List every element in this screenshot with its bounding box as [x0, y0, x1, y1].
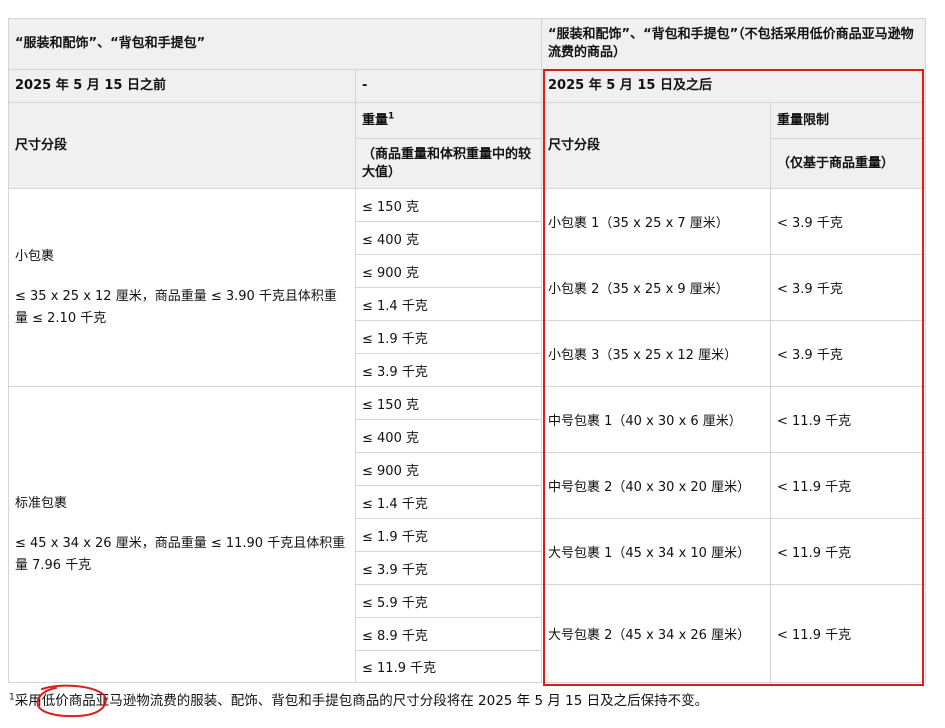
right-tier-cell: 中号包裹 2（40 x 30 x 20 厘米） [541, 452, 771, 519]
right-limit-cell: < 11.9 千克 [770, 518, 926, 585]
weight-cell: ≤ 1.4 千克 [355, 287, 542, 321]
dash-cell: - [355, 69, 542, 103]
weight-note: （商品重量和体积重量中的较大值） [355, 138, 542, 189]
right-tier-cell: 小包裹 1（35 x 25 x 7 厘米） [541, 188, 771, 255]
weight-cell: ≤ 11.9 千克 [355, 650, 542, 683]
right-limit-cell: < 3.9 千克 [770, 188, 926, 255]
subheader-row-1: 尺寸分段 重量1 尺寸分段 重量限制 [8, 102, 926, 189]
weight-limit-header: 重量限制 [770, 102, 926, 139]
weight-cell: ≤ 1.9 千克 [355, 320, 542, 354]
right-limit-cell: < 11.9 千克 [770, 386, 926, 453]
weight-cell: ≤ 400 克 [355, 221, 542, 255]
weight-header-label: 重量 [362, 112, 389, 128]
weight-cell: ≤ 3.9 千克 [355, 551, 542, 585]
weight-cell: ≤ 5.9 千克 [355, 584, 542, 618]
weight-cell: ≤ 3.9 千克 [355, 353, 542, 387]
weight-cell: ≤ 900 克 [355, 452, 542, 486]
weight-cell: ≤ 900 克 [355, 254, 542, 288]
group-criteria: ≤ 45 x 34 x 26 厘米，商品重量 ≤ 11.90 千克且体积重量 7… [15, 535, 346, 573]
group-name: 标准包裹 [15, 495, 68, 511]
size-tier-header: 尺寸分段 [8, 102, 356, 189]
right-limit-cell: < 11.9 千克 [770, 584, 926, 683]
right-limit-cell: < 11.9 千克 [770, 452, 926, 519]
footnote-text: 采用低价商品亚马逊物流费的服装、配饰、背包和手提包商品的尺寸分段将在 2025 … [14, 693, 709, 709]
weight-cell: ≤ 400 克 [355, 419, 542, 453]
footnote: 1采用低价商品亚马逊物流费的服装、配饰、背包和手提包商品的尺寸分段将在 2025… [9, 690, 708, 712]
weight-cell: ≤ 1.4 千克 [355, 485, 542, 519]
after-date-label: 2025 年 5 月 15 日及之后 [541, 69, 926, 103]
group-name: 小包裹 [15, 248, 55, 264]
weight-header: 重量1 [355, 102, 542, 139]
date-band-row: 2025 年 5 月 15 日之前 - 2025 年 5 月 15 日及之后 [8, 69, 926, 103]
left-category-title: “服装和配饰”、“背包和手提包” [8, 18, 542, 70]
right-tier-cell: 大号包裹 1（45 x 34 x 10 厘米） [541, 518, 771, 585]
weight-footnote-marker: 1 [388, 111, 395, 122]
table-row: 标准包裹 ≤ 45 x 34 x 26 厘米，商品重量 ≤ 11.90 千克且体… [8, 386, 926, 683]
before-date-label: 2025 年 5 月 15 日之前 [8, 69, 356, 103]
standard-parcel-cell: 标准包裹 ≤ 45 x 34 x 26 厘米，商品重量 ≤ 11.90 千克且体… [8, 386, 356, 683]
right-category-title: “服装和配饰”、“背包和手提包”（不包括采用低价商品亚马逊物流费的商品） [541, 18, 926, 70]
small-parcel-cell: 小包裹 ≤ 35 x 25 x 12 厘米，商品重量 ≤ 3.90 千克且体积重… [8, 188, 356, 387]
right-tier-cell: 小包裹 3（35 x 25 x 12 厘米） [541, 320, 771, 387]
weight-cell: ≤ 150 克 [355, 188, 542, 222]
category-header-row: “服装和配饰”、“背包和手提包” “服装和配饰”、“背包和手提包”（不包括采用低… [8, 18, 926, 70]
weight-cell: ≤ 1.9 千克 [355, 518, 542, 552]
weight-limit-note: （仅基于商品重量） [770, 138, 926, 189]
size-tier-header-right: 尺寸分段 [541, 102, 771, 189]
group-criteria: ≤ 35 x 25 x 12 厘米，商品重量 ≤ 3.90 千克且体积重量 ≤ … [15, 288, 337, 326]
right-tier-cell: 小包裹 2（35 x 25 x 9 厘米） [541, 254, 771, 321]
right-tier-cell: 大号包裹 2（45 x 34 x 26 厘米） [541, 584, 771, 683]
weight-cell: ≤ 150 克 [355, 386, 542, 420]
table-row: 小包裹 ≤ 35 x 25 x 12 厘米，商品重量 ≤ 3.90 千克且体积重… [8, 188, 926, 387]
right-tier-cell: 中号包裹 1（40 x 30 x 6 厘米） [541, 386, 771, 453]
right-limit-cell: < 3.9 千克 [770, 254, 926, 321]
weight-cell: ≤ 8.9 千克 [355, 617, 542, 651]
right-limit-cell: < 3.9 千克 [770, 320, 926, 387]
size-tier-table: “服装和配饰”、“背包和手提包” “服装和配饰”、“背包和手提包”（不包括采用低… [8, 18, 926, 683]
